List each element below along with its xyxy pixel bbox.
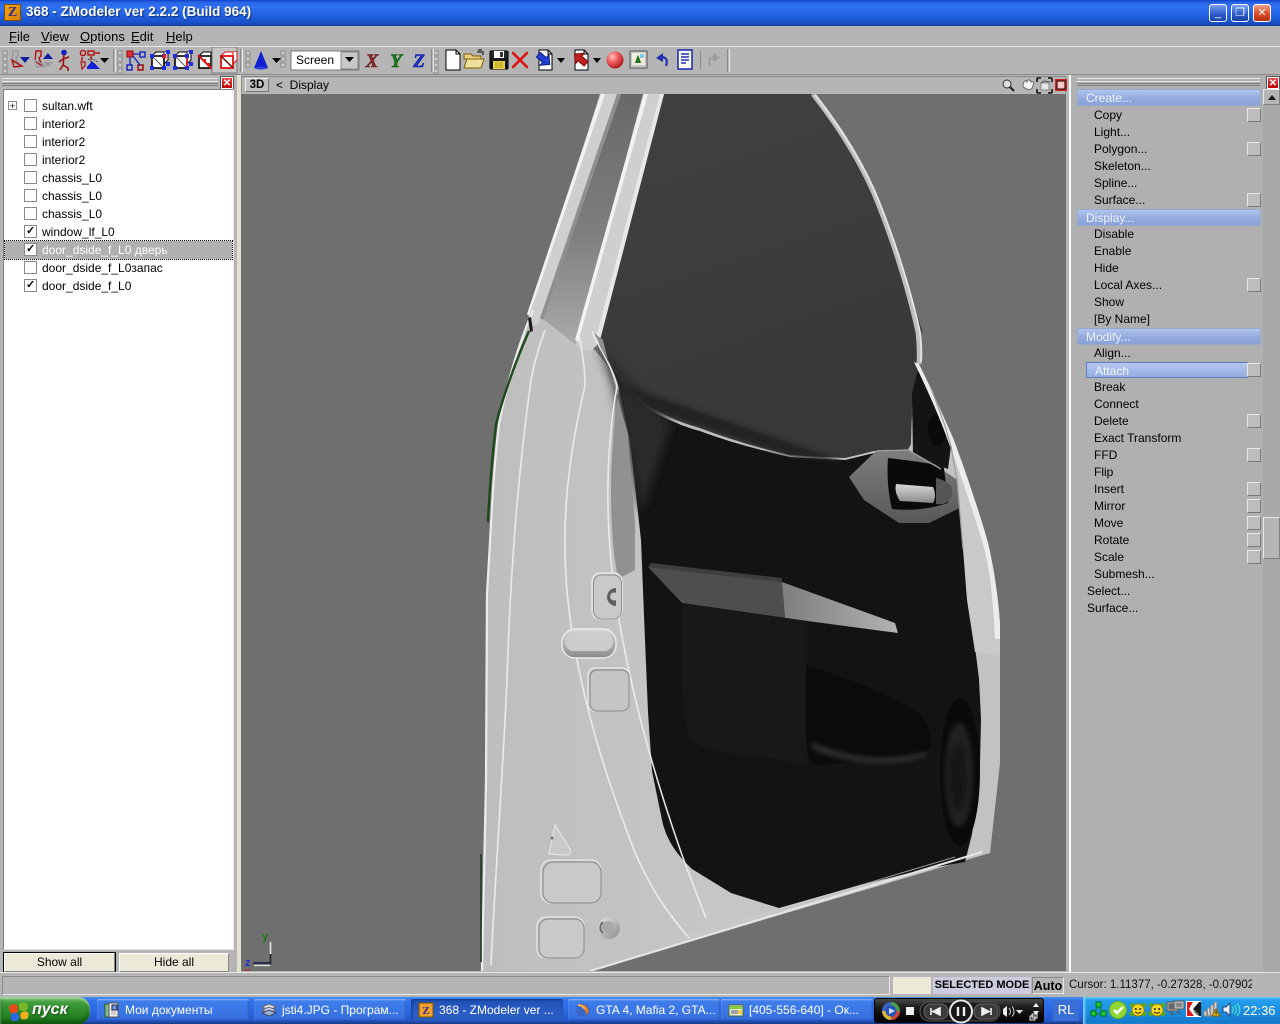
svg-text:x: x <box>244 966 251 971</box>
svg-text:Z: Z <box>422 1005 429 1017</box>
svg-text:y: y <box>262 931 269 943</box>
svg-text:Z: Z <box>412 51 425 72</box>
svg-text:Screen: Screen <box>296 53 334 67</box>
svg-text:Y: Y <box>390 51 404 72</box>
svg-text:X: X <box>365 51 380 72</box>
